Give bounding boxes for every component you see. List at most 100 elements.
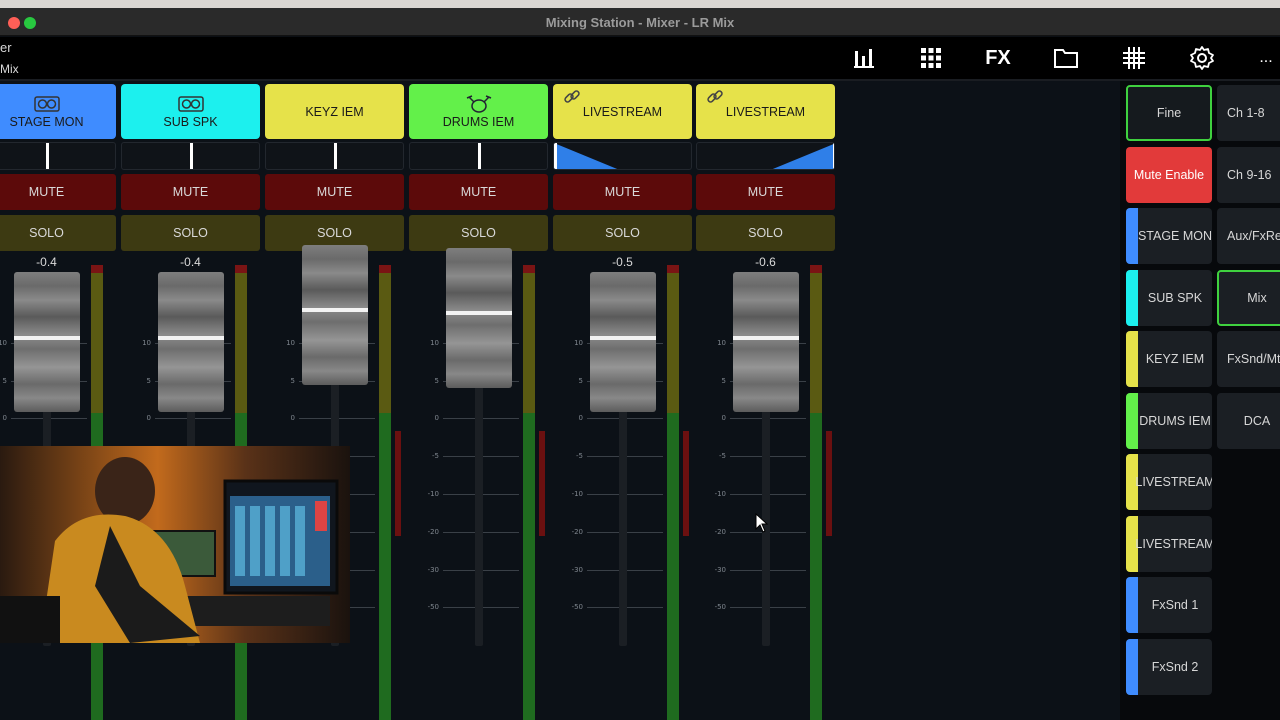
fader-knob[interactable]	[14, 272, 80, 412]
button-label: KEYZ IEM	[1145, 352, 1205, 366]
speaker-icon	[177, 94, 204, 114]
fader-scale-label: -10	[427, 490, 439, 498]
fader-knob[interactable]	[590, 272, 656, 412]
button-label: DRUMS IEM	[1139, 413, 1211, 428]
button-label: Aux/FxRet	[1227, 229, 1280, 243]
solo-button[interactable]: SOLO	[553, 215, 692, 251]
folder-icon[interactable]	[1049, 43, 1083, 73]
channel-select-button[interactable]: SUB SPK	[1126, 269, 1212, 326]
button-label: LIVESTREAM	[1135, 536, 1212, 551]
mute-button[interactable]: MUTE	[265, 174, 404, 210]
gain-reduction-meter	[395, 431, 401, 536]
mute-button[interactable]: MUTE	[696, 174, 835, 210]
channel-name-button[interactable]: STAGE MON	[0, 84, 116, 139]
pan-control[interactable]	[121, 142, 260, 170]
fader-scale-label: -50	[571, 603, 583, 611]
fader-scale-label: 10	[286, 339, 295, 347]
presenter-video-icon	[0, 446, 350, 643]
button-label: FxSnd/Mtx	[1227, 352, 1280, 366]
channel-select-button[interactable]: LIVESTREAM	[1126, 454, 1212, 510]
solo-button[interactable]: SOLO	[121, 215, 260, 251]
channel-name-button[interactable]: DRUMS IEM	[409, 84, 548, 139]
channel-name-button[interactable]: KEYZ IEM	[265, 84, 404, 139]
button-label: STAGE MON	[1137, 229, 1212, 243]
bank-select-button[interactable]: Ch 9-16	[1217, 146, 1280, 203]
mute-enable-button[interactable]: Mute Enable	[1126, 146, 1212, 203]
bank-select-button[interactable]: Mix	[1217, 269, 1280, 326]
right-panel: Fine Mute Enable STAGE MON SUB SPK KEYZ IEM D…	[1120, 81, 1280, 720]
more-icon[interactable]: ...	[1252, 43, 1280, 73]
fader-scale-label: 10	[0, 339, 7, 347]
pan-control[interactable]	[553, 142, 692, 170]
channel-select-button[interactable]: STAGE MON	[1126, 208, 1212, 264]
fine-button[interactable]: Fine	[1126, 85, 1212, 141]
link-icon	[563, 88, 581, 109]
meters-icon[interactable]	[847, 43, 881, 73]
fader-knob[interactable]	[446, 248, 512, 388]
channel-select-button[interactable]: FxSnd 1	[1126, 577, 1212, 633]
speaker-icon	[33, 94, 60, 114]
mute-button[interactable]: MUTE	[409, 174, 548, 210]
channel-name-label: LIVESTREAM	[582, 104, 663, 119]
fader-knob[interactable]	[302, 245, 368, 385]
bank-select-button[interactable]: Aux/FxRet	[1217, 208, 1280, 264]
grid-icon[interactable]	[914, 43, 948, 73]
pan-control[interactable]	[265, 142, 404, 170]
bank-select-button[interactable]: Ch 1-8	[1217, 85, 1280, 141]
fader-scale-label: 10	[717, 339, 726, 347]
channel-name-label: STAGE MON	[9, 115, 84, 129]
matrix-icon[interactable]	[1117, 43, 1151, 73]
solo-button[interactable]: SOLO	[0, 215, 116, 251]
button-label: LIVESTREAM	[1135, 475, 1212, 489]
gain-reduction-meter	[539, 431, 545, 536]
fader-scale-label: -20	[427, 528, 439, 536]
pan-indicator	[46, 143, 49, 169]
gain-reduction-meter	[826, 431, 832, 536]
header-subtitle: Mix	[0, 62, 19, 76]
fader-cap-line	[158, 336, 224, 340]
mute-button[interactable]: MUTE	[553, 174, 692, 210]
fader-scale-label: -20	[571, 528, 583, 536]
button-label: Ch 1-8	[1227, 106, 1265, 120]
fader-scale-label: 5	[434, 377, 439, 385]
fx-button[interactable]: FX	[981, 43, 1015, 73]
pan-control[interactable]	[696, 142, 835, 170]
fader-cap-line	[733, 336, 799, 340]
channel-name-button[interactable]: LIVESTREAM	[696, 84, 835, 139]
solo-button[interactable]: SOLO	[696, 215, 835, 251]
gain-reduction-meter	[683, 431, 689, 536]
bank-select-button[interactable]: FxSnd/Mtx	[1217, 331, 1280, 387]
fader-scale-label: -5	[576, 452, 583, 460]
channel-color-bar	[1126, 638, 1138, 695]
channel-name-button[interactable]: SUB SPK	[121, 84, 260, 139]
channel-select-button[interactable]: KEYZ IEM	[1126, 331, 1212, 387]
channel-strip: LIVESTREAM MUTE SOLO -0.5 10 5 0 -5 -10 -20 -30 -50	[553, 81, 694, 720]
channel-select-button[interactable]: DRUMS IEM	[1126, 392, 1212, 449]
pan-control[interactable]	[409, 142, 548, 170]
channel-name-button[interactable]: LIVESTREAM	[553, 84, 692, 139]
fader-scale-label: 0	[721, 414, 726, 422]
fader-scale-label: 5	[2, 377, 7, 385]
gear-icon[interactable]	[1185, 43, 1219, 73]
channel-select-button[interactable]: FxSnd 2	[1126, 638, 1212, 695]
fader-cap-line	[302, 308, 368, 312]
fader-scale-label: -10	[714, 490, 726, 498]
fader-cap-line	[14, 336, 80, 340]
channel-select-button[interactable]: LIVESTREAM	[1126, 515, 1212, 572]
channel-name-label: DRUMS IEM	[442, 115, 515, 129]
mute-button[interactable]: MUTE	[0, 174, 116, 210]
link-icon	[706, 88, 724, 109]
solo-button[interactable]: SOLO	[409, 215, 548, 251]
pan-indicator	[334, 143, 337, 169]
fader-knob[interactable]	[158, 272, 224, 412]
fader-scale-label: 0	[290, 414, 295, 422]
mute-button[interactable]: MUTE	[121, 174, 260, 210]
fader-scale-label: 5	[721, 377, 726, 385]
channel-name-label: LIVESTREAM	[725, 104, 806, 119]
fader-scale-label: -30	[427, 566, 439, 574]
pan-control[interactable]	[0, 142, 116, 170]
bank-select-button[interactable]: DCA	[1217, 392, 1280, 449]
pan-indicator	[190, 143, 193, 169]
channel-color-bar	[1126, 577, 1138, 633]
fader-knob[interactable]	[733, 272, 799, 412]
